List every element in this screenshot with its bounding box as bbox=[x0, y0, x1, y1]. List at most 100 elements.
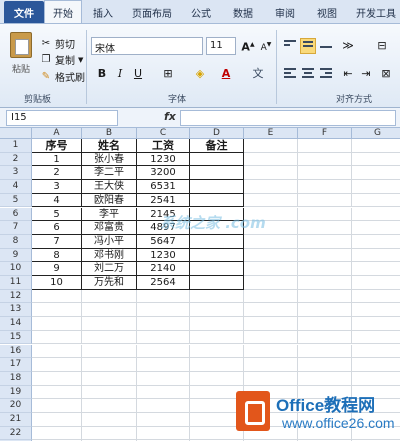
table-cell[interactable]: 欧阳春 bbox=[82, 193, 137, 208]
table-cell[interactable]: 序号 bbox=[32, 139, 82, 153]
table-cell[interactable]: 姓名 bbox=[82, 139, 137, 153]
table-cell[interactable]: 6 bbox=[32, 221, 82, 235]
table-cell[interactable] bbox=[32, 317, 82, 331]
row-header[interactable]: 1 bbox=[0, 139, 32, 153]
indent-icon[interactable]: ⇤ bbox=[340, 66, 356, 82]
merge-center-icon[interactable]: ⊠ bbox=[378, 66, 394, 82]
table-cell[interactable] bbox=[298, 139, 352, 153]
table-cell[interactable] bbox=[244, 303, 298, 318]
tab-file[interactable]: 文件 bbox=[4, 1, 44, 23]
row-header[interactable]: 6 bbox=[0, 207, 32, 222]
tab-developer[interactable]: 开发工具 bbox=[348, 1, 400, 23]
table-cell[interactable] bbox=[298, 317, 352, 331]
table-cell[interactable]: 万先和 bbox=[82, 276, 137, 290]
table-cell[interactable] bbox=[352, 331, 400, 345]
table-cell[interactable]: 李平 bbox=[82, 207, 137, 222]
table-cell[interactable] bbox=[244, 234, 298, 249]
table-cell[interactable] bbox=[32, 303, 82, 318]
row-header[interactable]: 3 bbox=[0, 166, 32, 181]
table-cell[interactable] bbox=[32, 399, 82, 413]
font-size-select[interactable]: 11 bbox=[206, 37, 236, 55]
table-cell[interactable]: 3 bbox=[32, 180, 82, 194]
row-header[interactable]: 7 bbox=[0, 221, 32, 235]
row-header[interactable]: 21 bbox=[0, 413, 32, 427]
table-cell[interactable]: 备注 bbox=[190, 139, 244, 153]
table-cell[interactable] bbox=[190, 358, 244, 372]
format-painter-button[interactable]: ✎ 格式刷 bbox=[40, 69, 85, 85]
grow-font-icon[interactable]: A▲ bbox=[240, 37, 256, 54]
row-header[interactable]: 5 bbox=[0, 193, 32, 208]
table-cell[interactable]: 1 bbox=[32, 152, 82, 167]
table-cell[interactable] bbox=[298, 166, 352, 181]
table-cell[interactable] bbox=[244, 358, 298, 372]
table-cell[interactable] bbox=[32, 371, 82, 386]
table-cell[interactable]: 邓书刚 bbox=[82, 248, 137, 263]
table-cell[interactable] bbox=[352, 358, 400, 372]
table-cell[interactable]: 邓富贵 bbox=[82, 221, 137, 235]
table-cell[interactable] bbox=[352, 194, 400, 208]
table-cell[interactable] bbox=[32, 330, 82, 345]
table-cell[interactable] bbox=[82, 371, 137, 386]
name-box[interactable]: I15 bbox=[6, 110, 118, 126]
column-header[interactable]: A bbox=[32, 128, 82, 139]
table-cell[interactable] bbox=[82, 426, 137, 441]
tab-home[interactable]: 开始 bbox=[44, 0, 82, 23]
table-cell[interactable] bbox=[137, 426, 190, 441]
table-cell[interactable] bbox=[352, 372, 400, 386]
align-top-icon[interactable] bbox=[282, 38, 298, 54]
tab-review[interactable]: 审阅 bbox=[264, 1, 306, 23]
table-cell[interactable] bbox=[352, 153, 400, 167]
paste-button[interactable]: 粘贴 bbox=[6, 30, 36, 88]
table-cell[interactable] bbox=[298, 330, 352, 345]
table-cell[interactable]: 1230 bbox=[137, 248, 190, 263]
row-header[interactable]: 16 bbox=[0, 344, 32, 359]
tab-page-layout[interactable]: 页面布局 bbox=[124, 1, 180, 23]
row-header[interactable]: 18 bbox=[0, 371, 32, 386]
table-cell[interactable] bbox=[298, 152, 352, 167]
table-cell[interactable] bbox=[298, 344, 352, 359]
table-cell[interactable]: 1230 bbox=[137, 152, 190, 167]
table-cell[interactable] bbox=[244, 180, 298, 194]
table-cell[interactable]: 9 bbox=[32, 262, 82, 276]
table-cell[interactable] bbox=[32, 358, 82, 372]
column-header[interactable]: E bbox=[244, 128, 298, 139]
align-bottom-icon[interactable] bbox=[318, 38, 334, 54]
table-cell[interactable]: 3200 bbox=[137, 166, 190, 181]
table-cell[interactable] bbox=[244, 193, 298, 208]
table-cell[interactable]: 工资 bbox=[137, 139, 190, 153]
table-cell[interactable] bbox=[82, 358, 137, 372]
row-header[interactable]: 10 bbox=[0, 262, 32, 276]
phonetic-icon[interactable]: 文 bbox=[250, 66, 266, 82]
table-cell[interactable] bbox=[190, 234, 244, 249]
table-cell[interactable] bbox=[137, 385, 190, 400]
table-cell[interactable] bbox=[190, 303, 244, 318]
align-middle-icon[interactable] bbox=[300, 38, 316, 54]
column-header[interactable]: G bbox=[352, 128, 400, 139]
table-cell[interactable] bbox=[298, 193, 352, 208]
table-cell[interactable]: 5 bbox=[32, 207, 82, 222]
table-cell[interactable] bbox=[190, 248, 244, 263]
underline-icon[interactable]: U bbox=[130, 66, 146, 82]
table-cell[interactable] bbox=[244, 371, 298, 386]
table-cell[interactable]: 8 bbox=[32, 248, 82, 263]
table-cell[interactable] bbox=[190, 180, 244, 194]
table-cell[interactable] bbox=[244, 139, 298, 153]
copy-button[interactable]: ❐ 复制 ▼ bbox=[40, 52, 84, 68]
table-cell[interactable] bbox=[190, 152, 244, 167]
table-cell[interactable] bbox=[190, 276, 244, 290]
orientation-icon[interactable]: ≫ bbox=[340, 38, 356, 54]
table-cell[interactable] bbox=[32, 289, 82, 304]
table-cell[interactable] bbox=[190, 262, 244, 276]
tab-data[interactable]: 数据 bbox=[222, 1, 264, 23]
table-cell[interactable] bbox=[137, 344, 190, 359]
outdent-icon[interactable]: ⇥ bbox=[358, 66, 374, 82]
table-cell[interactable] bbox=[137, 413, 190, 427]
align-center-icon[interactable] bbox=[300, 66, 316, 82]
fill-color-icon[interactable]: ◈ bbox=[192, 66, 208, 82]
table-cell[interactable] bbox=[244, 317, 298, 331]
table-cell[interactable] bbox=[190, 371, 244, 386]
table-cell[interactable] bbox=[298, 358, 352, 372]
select-all-corner[interactable] bbox=[0, 128, 32, 139]
row-header[interactable]: 9 bbox=[0, 248, 32, 263]
table-cell[interactable] bbox=[32, 344, 82, 359]
